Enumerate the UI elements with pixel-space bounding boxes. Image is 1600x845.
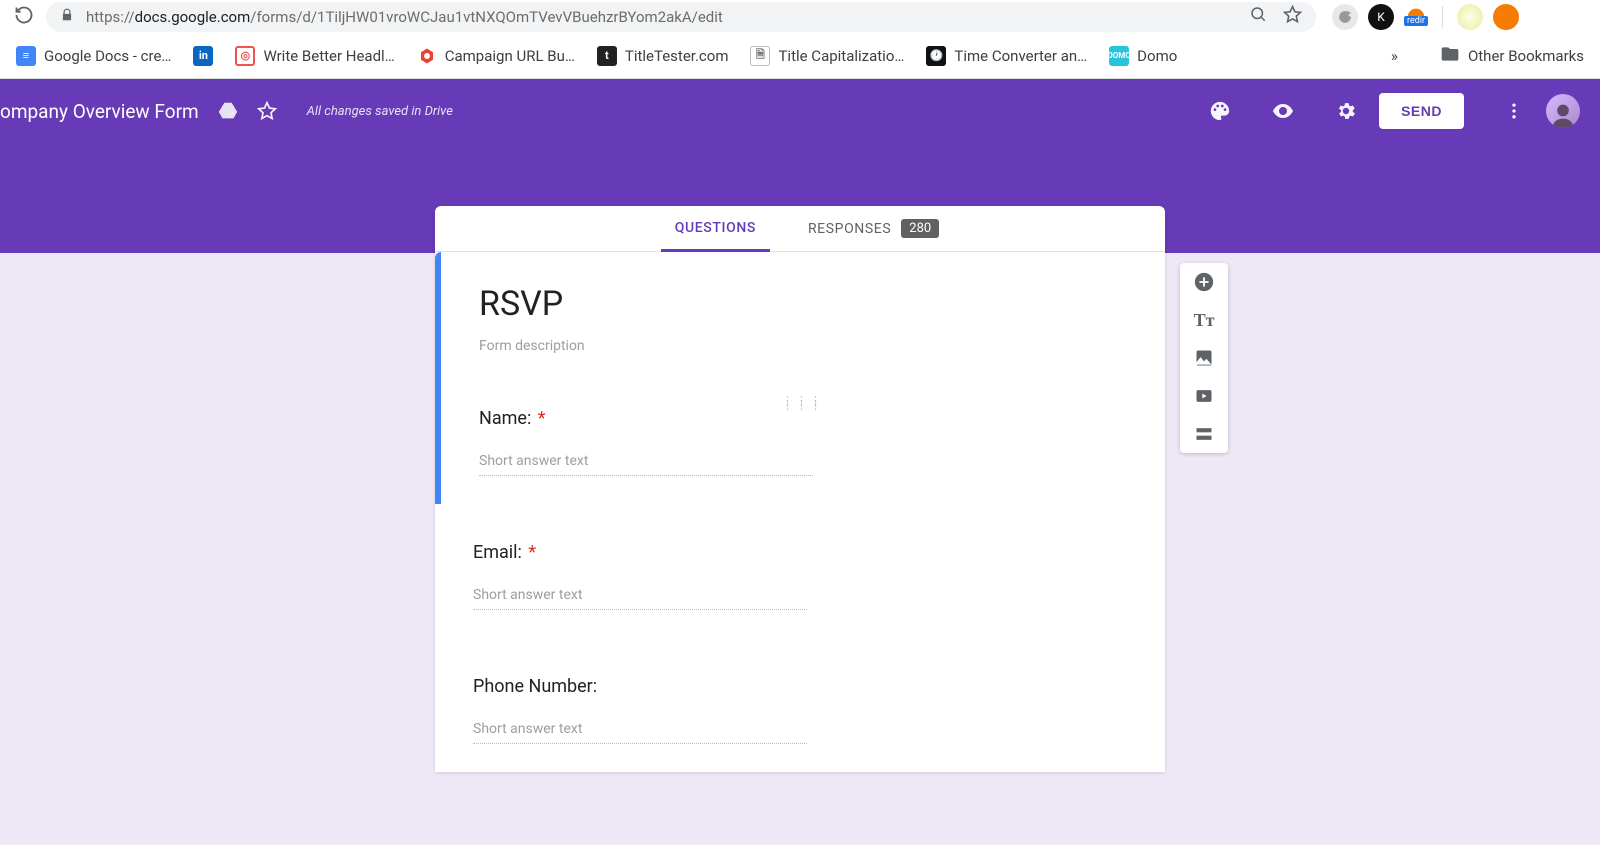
bookmark-label: Write Better Headl… (263, 47, 394, 65)
ext-icon-5[interactable] (1493, 4, 1519, 30)
question-block-email[interactable]: Email: * Short answer text (435, 504, 1165, 638)
target-icon: ◎ (235, 46, 255, 66)
page-icon: 🗎 (750, 46, 770, 66)
bookmark-titletester[interactable]: t TitleTester.com (597, 46, 729, 66)
bookmark-label: TitleTester.com (625, 47, 729, 65)
hex-icon (417, 46, 437, 66)
bookmark-label: Time Converter an… (954, 47, 1087, 65)
form-header-block[interactable]: RSVP Form description (435, 252, 1165, 390)
add-section-icon[interactable] (1193, 423, 1215, 445)
domo-icon: DOMO (1109, 46, 1129, 66)
more-vert-icon[interactable] (1504, 101, 1524, 121)
bookmark-star-icon[interactable] (1283, 5, 1302, 28)
extension-icons: K redir (1332, 4, 1519, 30)
drag-handle-icon[interactable]: ⋮⋮⋮⋮⋮⋮ (782, 398, 824, 408)
add-title-icon[interactable]: Tᴛ (1193, 309, 1215, 331)
settings-gear-icon[interactable] (1335, 100, 1357, 122)
tab-responses[interactable]: RESPONSES 280 (808, 206, 939, 251)
add-question-icon[interactable] (1193, 271, 1215, 293)
form-tabs: QUESTIONS RESPONSES 280 (435, 206, 1165, 252)
address-bar[interactable]: https://docs.google.com/forms/d/1TiljHW0… (46, 2, 1316, 32)
add-image-icon[interactable] (1193, 347, 1215, 369)
answer-placeholder: Short answer text (473, 583, 807, 610)
answer-placeholder: Short answer text (479, 449, 813, 476)
reload-icon[interactable] (14, 5, 34, 29)
add-video-icon[interactable] (1193, 385, 1215, 407)
star-icon[interactable] (257, 101, 277, 121)
bookmark-domo[interactable]: DOMO Domo (1109, 46, 1177, 66)
question-title[interactable]: Phone Number: (473, 676, 1127, 697)
bookmark-label: Domo (1137, 47, 1177, 65)
question-title[interactable]: Email: * (473, 542, 1127, 563)
form-card: QUESTIONS RESPONSES 280 RSVP Form descri… (435, 206, 1165, 772)
palette-icon[interactable] (1209, 100, 1231, 122)
url-text: https://docs.google.com/forms/d/1TiljHW0… (86, 8, 723, 26)
clock-icon: 🕐 (926, 46, 946, 66)
ext-icon-3[interactable]: redir (1404, 7, 1428, 26)
ext-icon-2[interactable]: K (1368, 4, 1394, 30)
bookmark-time-converter[interactable]: 🕐 Time Converter an… (926, 46, 1087, 66)
search-icon[interactable] (1249, 5, 1267, 28)
preview-eye-icon[interactable] (1271, 99, 1295, 123)
folder-icon (1440, 44, 1460, 68)
send-button[interactable]: SEND (1379, 93, 1464, 129)
answer-placeholder: Short answer text (473, 717, 807, 744)
form-description[interactable]: Form description (479, 338, 1127, 354)
bookmark-linkedin[interactable]: in (193, 46, 213, 66)
workspace: QUESTIONS RESPONSES 280 RSVP Form descri… (0, 253, 1600, 845)
form-title[interactable]: RSVP (479, 284, 1127, 324)
document-title[interactable]: ompany Overview Form (0, 100, 199, 123)
question-block-name[interactable]: ⋮⋮⋮⋮⋮⋮ Name: * Short answer text (435, 390, 1165, 504)
bookmark-label: Title Capitalizatio… (778, 47, 904, 65)
tab-responses-label: RESPONSES (808, 221, 891, 237)
question-block-phone[interactable]: Phone Number: Short answer text (435, 638, 1165, 772)
bookmark-overflow[interactable]: » (1391, 47, 1398, 65)
bookmarks-bar: ≡ Google Docs - cre… in ◎ Write Better H… (0, 33, 1600, 79)
tt-icon: t (597, 46, 617, 66)
lock-icon (60, 8, 74, 26)
bookmark-label: Google Docs - cre… (44, 47, 171, 65)
drive-icon[interactable] (217, 100, 239, 122)
browser-top-bar: https://docs.google.com/forms/d/1TiljHW0… (0, 0, 1600, 33)
linkedin-icon: in (193, 46, 213, 66)
account-avatar[interactable] (1546, 94, 1580, 128)
bookmark-label: Campaign URL Bu… (445, 47, 575, 65)
tab-questions[interactable]: QUESTIONS (661, 207, 770, 252)
response-count-badge: 280 (901, 219, 939, 238)
other-bookmarks[interactable]: Other Bookmarks (1440, 44, 1584, 68)
bookmark-campaign-url[interactable]: Campaign URL Bu… (417, 46, 575, 66)
doc-icon: ≡ (16, 46, 36, 66)
question-toolbar: Tᴛ (1180, 263, 1228, 453)
bookmark-google-docs[interactable]: ≡ Google Docs - cre… (16, 46, 171, 66)
other-bookmarks-label: Other Bookmarks (1468, 47, 1584, 65)
bookmark-title-cap[interactable]: 🗎 Title Capitalizatio… (750, 46, 904, 66)
ext-icon-1[interactable] (1332, 4, 1358, 30)
ext-icon-4[interactable] (1457, 4, 1483, 30)
bookmark-headlines[interactable]: ◎ Write Better Headl… (235, 46, 394, 66)
save-status: All changes saved in Drive (307, 104, 453, 119)
